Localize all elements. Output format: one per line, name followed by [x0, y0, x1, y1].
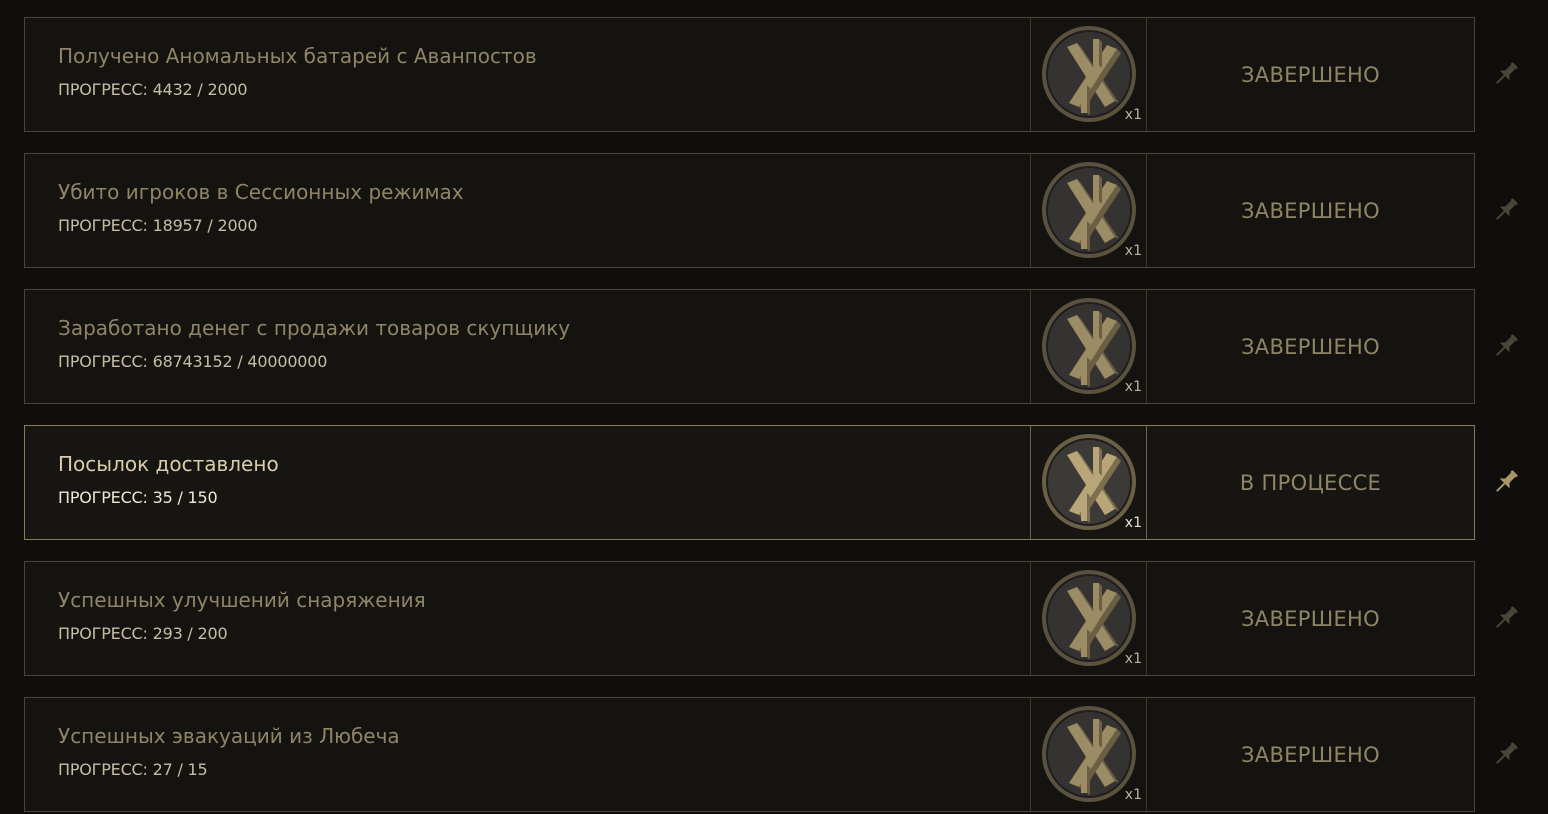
reward-quantity: x1 — [1124, 379, 1142, 395]
battle-pass-token-icon — [1041, 705, 1137, 803]
achievement-status: ЗАВЕРШЕНО — [1241, 334, 1380, 359]
achievement-progress: ПРОГРЕСС: 18957 / 2000 — [58, 216, 258, 235]
reward-slot[interactable]: x1 — [1031, 18, 1147, 131]
reward-slot[interactable]: x1 — [1031, 154, 1147, 267]
achievement-status: ЗАВЕРШЕНО — [1241, 198, 1380, 223]
reward-quantity: x1 — [1124, 107, 1142, 123]
reward-slot[interactable]: x1 — [1031, 562, 1147, 675]
battle-pass-token-icon — [1041, 25, 1137, 123]
battle-pass-token-icon — [1041, 433, 1137, 531]
achievement-row[interactable]: Убито игроков в Сессионных режимах ПРОГР… — [24, 153, 1475, 268]
reward-quantity: x1 — [1124, 515, 1142, 531]
reward-slot[interactable]: x1 — [1031, 290, 1147, 403]
achievement-title: Убито игроков в Сессионных режимах — [58, 180, 464, 204]
achievement-title: Посылок доставлено — [58, 452, 279, 476]
achievement-row[interactable]: Посылок доставлено ПРОГРЕСС: 35 / 150 x1… — [24, 425, 1475, 540]
achievement-info: Успешных улучшений снаряжения ПРОГРЕСС: … — [25, 562, 1031, 675]
achievement-row[interactable]: Получено Аномальных батарей с Аванпостов… — [24, 17, 1475, 132]
achievement-status: ЗАВЕРШЕНО — [1241, 62, 1380, 87]
achievement-status: В ПРОЦЕССЕ — [1239, 470, 1382, 495]
achievement-progress: ПРОГРЕСС: 27 / 15 — [58, 760, 208, 779]
reward-quantity: x1 — [1124, 787, 1142, 803]
achievement-title: Получено Аномальных батарей с Аванпостов — [58, 44, 537, 68]
achievement-row[interactable]: Заработано денег с продажи товаров скупщ… — [24, 289, 1475, 404]
achievement-progress: ПРОГРЕСС: 293 / 200 — [58, 624, 228, 643]
achievement-info: Получено Аномальных батарей с Аванпостов… — [25, 18, 1031, 131]
pin-icon[interactable] — [1490, 738, 1522, 770]
achievement-title: Успешных эвакуаций из Любеча — [58, 724, 400, 748]
achievement-row[interactable]: Успешных эвакуаций из Любеча ПРОГРЕСС: 2… — [24, 697, 1475, 812]
reward-quantity: x1 — [1124, 243, 1142, 259]
pin-icon[interactable] — [1490, 330, 1522, 362]
achievement-row[interactable]: Успешных улучшений снаряжения ПРОГРЕСС: … — [24, 561, 1475, 676]
battle-pass-token-icon — [1041, 161, 1137, 259]
achievement-title: Успешных улучшений снаряжения — [58, 588, 426, 612]
pin-icon[interactable] — [1490, 602, 1522, 634]
achievement-info: Посылок доставлено ПРОГРЕСС: 35 / 150 — [25, 426, 1031, 539]
reward-slot[interactable]: x1 — [1031, 426, 1147, 539]
achievement-status: ЗАВЕРШЕНО — [1241, 742, 1380, 767]
achievement-status: ЗАВЕРШЕНО — [1241, 606, 1380, 631]
achievement-info: Убито игроков в Сессионных режимах ПРОГР… — [25, 154, 1031, 267]
reward-slot[interactable]: x1 — [1031, 698, 1147, 811]
pin-icon[interactable] — [1490, 466, 1522, 498]
achievement-title: Заработано денег с продажи товаров скупщ… — [58, 316, 571, 340]
achievement-progress: ПРОГРЕСС: 4432 / 2000 — [58, 80, 248, 99]
battle-pass-token-icon — [1041, 569, 1137, 667]
achievements-list: Получено Аномальных батарей с Аванпостов… — [0, 0, 1548, 814]
achievement-progress: ПРОГРЕСС: 35 / 150 — [58, 488, 218, 507]
pin-icon[interactable] — [1490, 194, 1522, 226]
achievement-info: Заработано денег с продажи товаров скупщ… — [25, 290, 1031, 403]
pin-icon[interactable] — [1490, 58, 1522, 90]
achievement-progress: ПРОГРЕСС: 68743152 / 40000000 — [58, 352, 328, 371]
battle-pass-token-icon — [1041, 297, 1137, 395]
achievement-info: Успешных эвакуаций из Любеча ПРОГРЕСС: 2… — [25, 698, 1031, 811]
reward-quantity: x1 — [1124, 651, 1142, 667]
